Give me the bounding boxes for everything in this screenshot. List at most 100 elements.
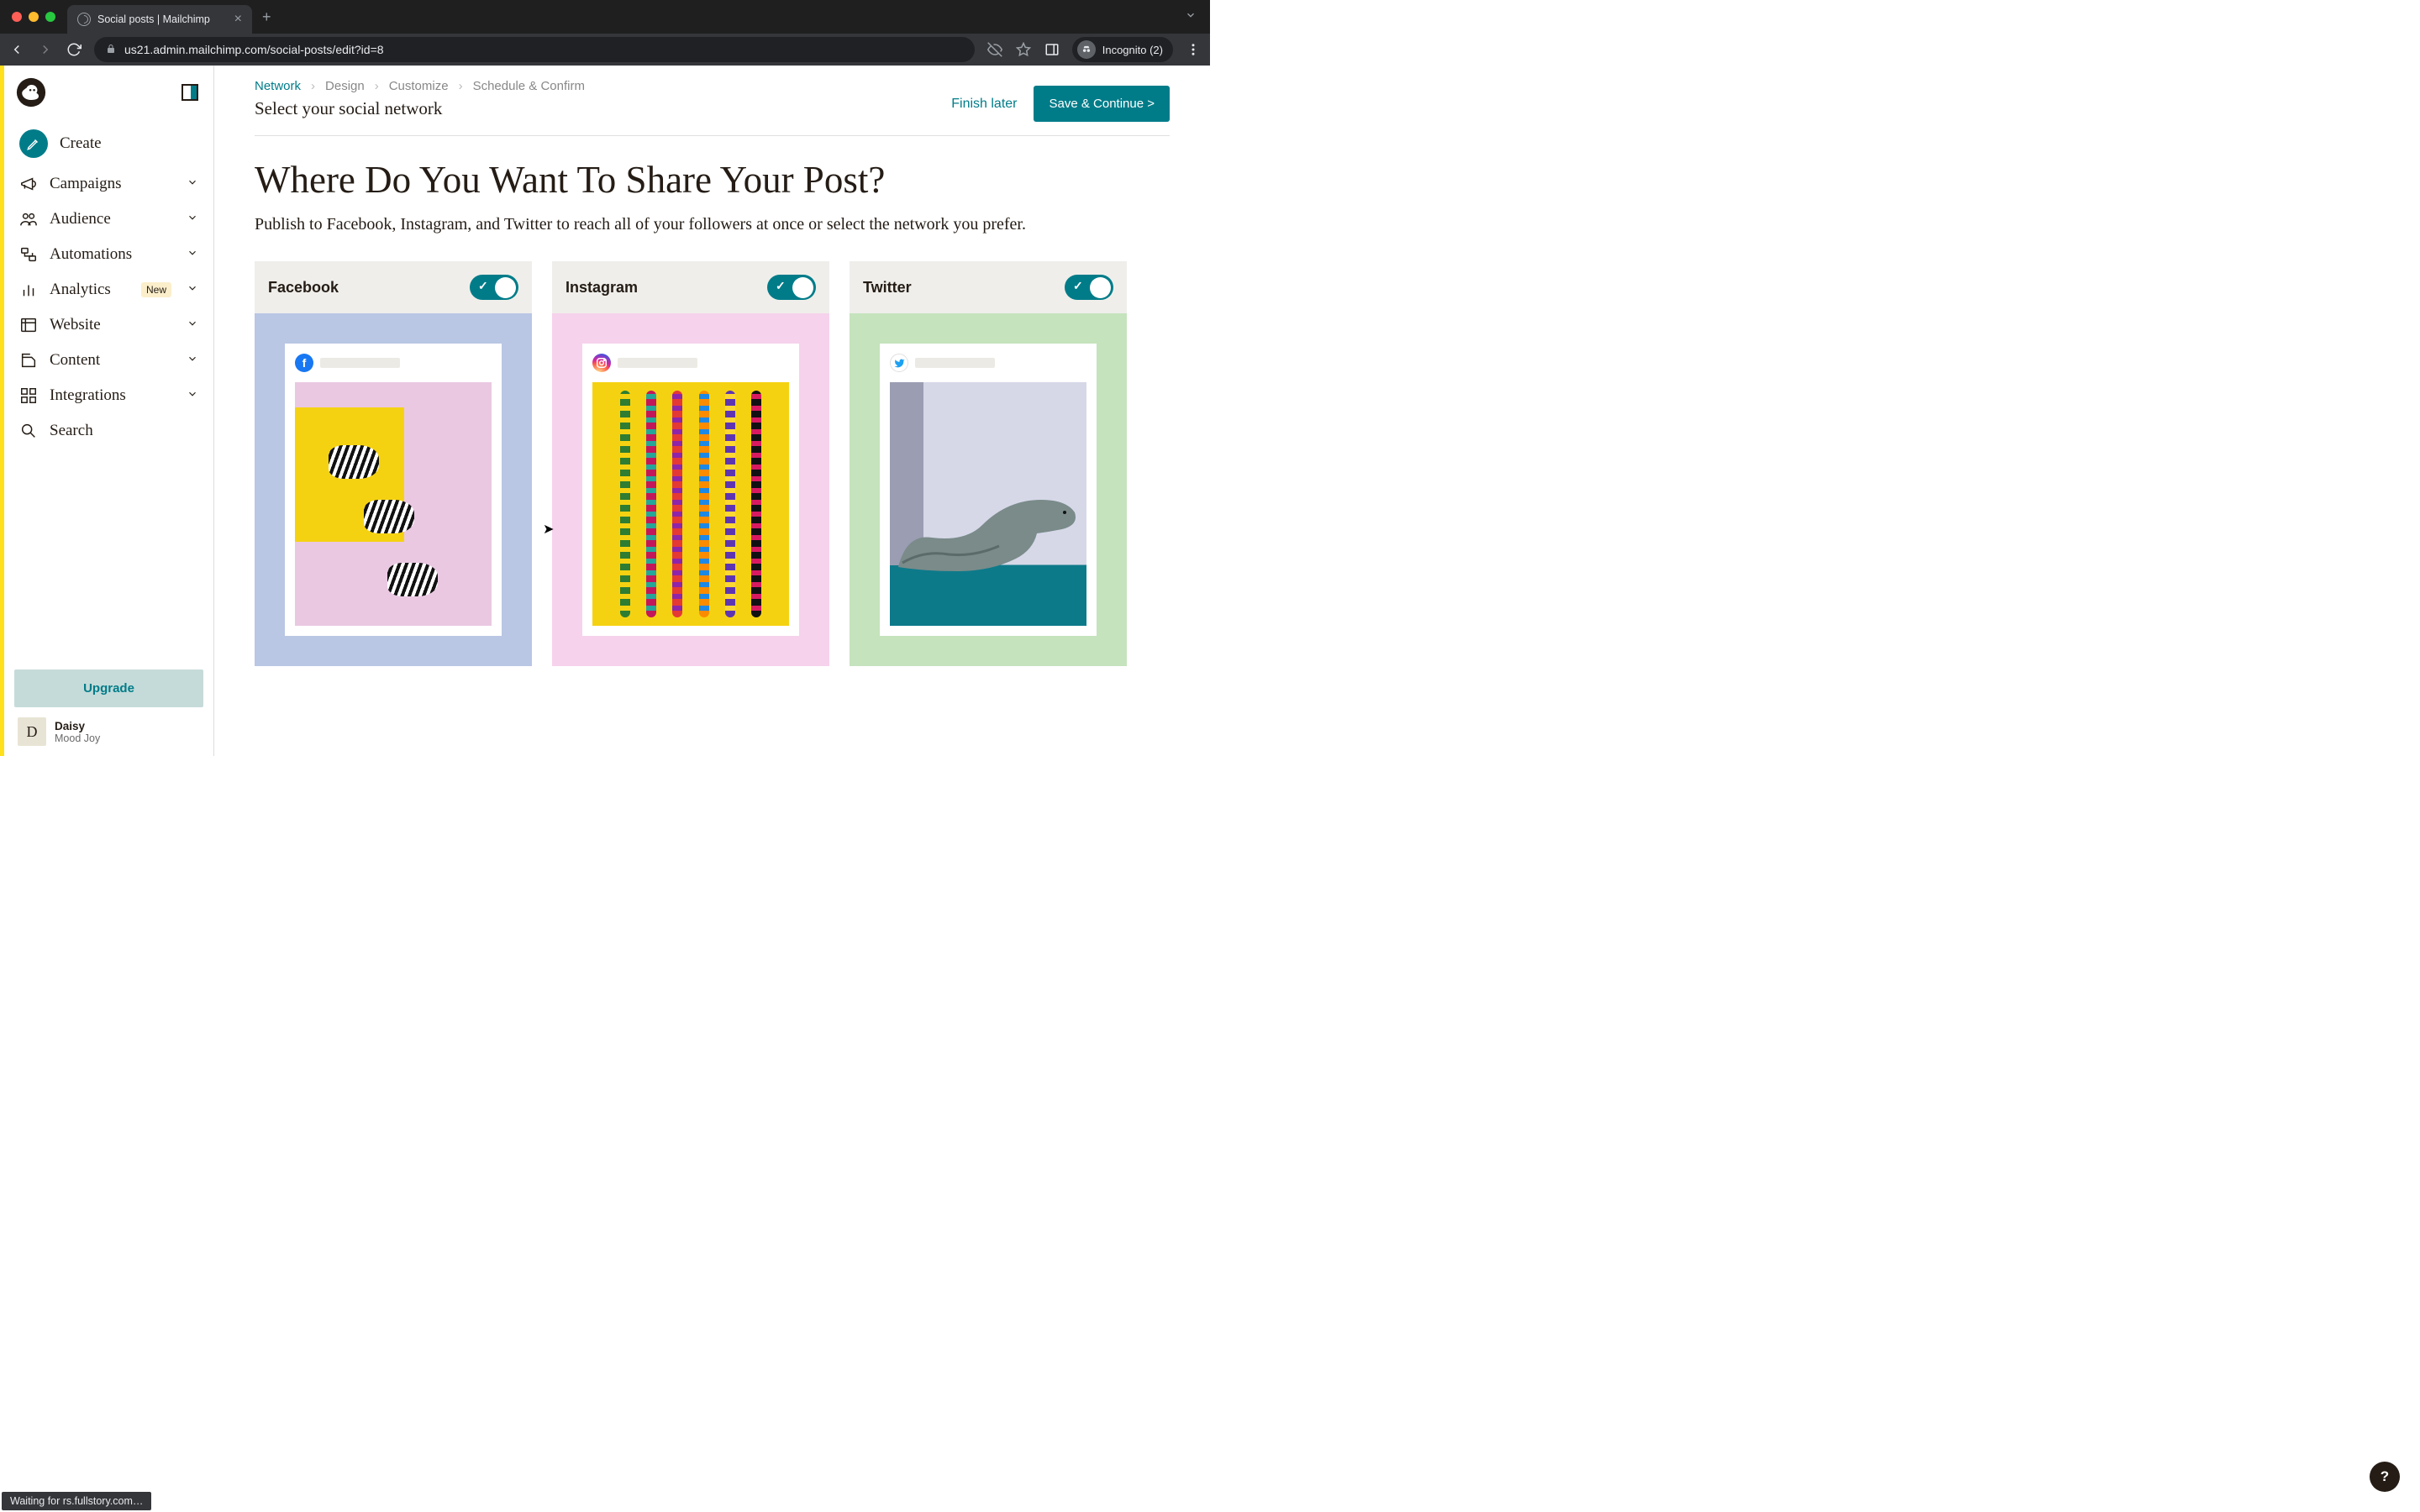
search-icon [19,422,38,440]
browser-tab[interactable]: Social posts | Mailchimp × [67,5,252,34]
network-title: Facebook [268,279,339,297]
user-subtitle: Mood Joy [55,732,100,744]
incognito-label: Incognito (2) [1102,44,1163,56]
main-content: Network › Design › Customize › Schedule … [214,66,1210,756]
address-bar[interactable]: us21.admin.mailchimp.com/social-posts/ed… [94,37,975,62]
sidebar-item-label: Create [60,134,198,153]
chevron-down-icon [187,353,198,369]
breadcrumb-step-schedule[interactable]: Schedule & Confirm [473,79,585,93]
bookmark-star-icon[interactable] [1015,41,1032,58]
window-close[interactable] [12,12,22,22]
placeholder-bar [915,358,995,368]
placeholder-bar [320,358,400,368]
network-card-facebook: Facebook f [255,261,532,666]
megaphone-icon [19,175,38,193]
sidebar-item-create[interactable]: Create [13,121,205,166]
post-image-twitter [890,382,1086,626]
finish-later-link[interactable]: Finish later [951,97,1017,112]
sidebar-item-analytics[interactable]: Analytics New [13,272,205,307]
divider [255,135,1170,136]
sidebar-item-label: Campaigns [50,175,175,193]
pencil-icon [19,129,48,158]
browser-tab-strip: Social posts | Mailchimp × + [0,0,1210,34]
tabs-overflow-icon[interactable] [1185,9,1210,25]
sidebar-item-label: Audience [50,210,175,228]
lock-icon [106,43,116,57]
close-icon[interactable]: × [234,12,242,27]
globe-icon [77,13,91,26]
window-maximize[interactable] [45,12,55,22]
instagram-icon [592,354,611,372]
facebook-toggle[interactable] [470,275,518,300]
new-tab-button[interactable]: + [252,8,281,26]
reload-button[interactable] [66,41,82,58]
audience-icon [19,210,38,228]
sidebar-item-campaigns[interactable]: Campaigns [13,166,205,202]
sidebar-item-website[interactable]: Website [13,307,205,343]
save-continue-button[interactable]: Save & Continue > [1034,86,1170,122]
chevron-down-icon [187,212,198,228]
chevron-down-icon [187,318,198,333]
mailchimp-logo[interactable] [16,77,46,108]
sidebar-item-label: Search [50,422,198,440]
back-button[interactable] [8,41,25,58]
website-icon [19,316,38,334]
network-title: Twitter [863,279,912,297]
sidebar-item-label: Integrations [50,386,175,405]
content-icon [19,351,38,370]
placeholder-bar [618,358,697,368]
sidebar-collapse-button[interactable] [182,84,198,101]
twitter-toggle[interactable] [1065,275,1113,300]
instagram-toggle[interactable] [767,275,816,300]
integrations-icon [19,386,38,405]
chevron-right-icon: › [459,79,463,93]
automations-icon [19,245,38,264]
incognito-badge[interactable]: Incognito (2) [1072,37,1173,62]
post-image-facebook [295,382,492,626]
upgrade-button[interactable]: Upgrade [14,669,203,707]
sidebar-item-label: Website [50,316,175,334]
browser-menu-icon[interactable] [1185,41,1202,58]
network-preview-facebook[interactable]: f [255,313,532,666]
chevron-down-icon [187,247,198,263]
network-card-twitter: Twitter [850,261,1127,666]
twitter-icon [890,354,908,372]
eye-off-icon[interactable] [986,41,1003,58]
help-button[interactable]: ? [2370,1462,2400,1492]
network-card-instagram: Instagram [552,261,829,666]
sidebar-item-integrations[interactable]: Integrations [13,378,205,413]
panel-icon[interactable] [1044,41,1060,58]
tab-title: Social posts | Mailchimp [97,13,210,25]
sidebar-item-content[interactable]: Content [13,343,205,378]
network-cards: Facebook f [255,261,1170,666]
status-bar: Waiting for rs.fullstory.com… [2,1492,151,1510]
sidebar-item-label: Automations [50,245,175,264]
breadcrumb-step-design[interactable]: Design [325,79,365,93]
chevron-down-icon [187,176,198,192]
forward-button[interactable] [37,41,54,58]
network-preview-twitter[interactable] [850,313,1127,666]
user-account[interactable]: D Daisy Mood Joy [14,707,203,746]
network-title: Instagram [566,279,638,297]
user-name: Daisy [55,720,100,732]
sidebar-item-label: Content [50,351,175,370]
breadcrumb-step-network[interactable]: Network [255,79,301,93]
breadcrumb: Network › Design › Customize › Schedule … [255,79,585,93]
post-image-instagram [592,382,789,626]
analytics-icon [19,281,38,299]
new-badge: New [141,282,171,297]
sidebar-item-audience[interactable]: Audience [13,202,205,237]
sidebar-nav: Create Campaigns Audience Automations An… [4,114,213,455]
page-subtitle: Select your social network [255,98,585,119]
sidebar-item-search[interactable]: Search [13,413,205,449]
sidebar-item-label: Analytics [50,281,129,299]
chevron-right-icon: › [311,79,315,93]
chevron-down-icon [187,388,198,404]
network-preview-instagram[interactable] [552,313,829,666]
chevron-right-icon: › [375,79,379,93]
sidebar-item-automations[interactable]: Automations [13,237,205,272]
window-minimize[interactable] [29,12,39,22]
chevron-down-icon [187,282,198,298]
breadcrumb-step-customize[interactable]: Customize [389,79,449,93]
page-description: Publish to Facebook, Instagram, and Twit… [255,215,1170,234]
